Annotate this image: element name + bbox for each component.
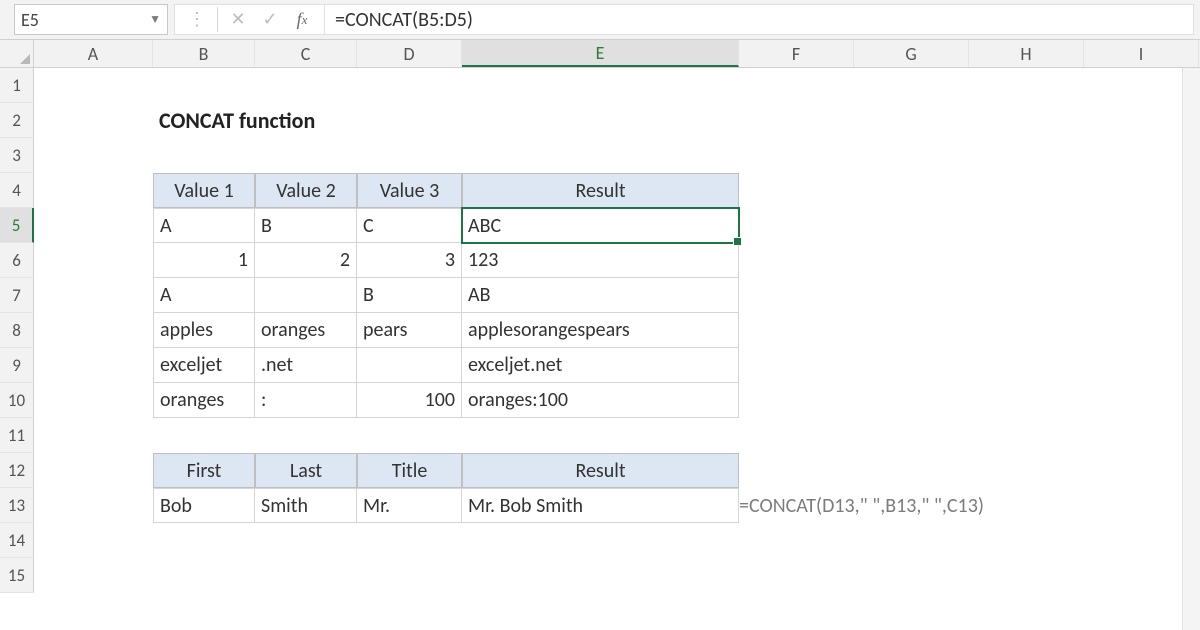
table1-r3-c3[interactable]: applesorangespears (462, 313, 739, 348)
row-header-13[interactable]: 13 (0, 488, 34, 523)
select-all-corner[interactable] (0, 40, 34, 67)
table1-r2-c1[interactable] (255, 278, 357, 313)
table1-header-0[interactable]: Value 1 (153, 173, 255, 208)
table1-r4-c3[interactable]: exceljet.net (462, 348, 739, 383)
formula-annotation: =CONCAT(D13," ",B13," ",C13) (739, 494, 984, 518)
table1-r2-c2[interactable]: B (357, 278, 462, 313)
table1-header-1[interactable]: Value 2 (255, 173, 357, 208)
table2-header-3[interactable]: Result (462, 453, 739, 488)
table1-r5-c2[interactable]: 100 (357, 383, 462, 418)
formula-input[interactable]: =CONCAT(B5:D5) (325, 4, 1194, 35)
column-header-H[interactable]: H (969, 40, 1084, 67)
table2-r0-c2[interactable]: Mr. (357, 488, 462, 523)
table1-header-2[interactable]: Value 3 (357, 173, 462, 208)
column-header-B[interactable]: B (153, 40, 255, 67)
table1-r5-c1[interactable]: : (255, 383, 357, 418)
row-header-10[interactable]: 10 (0, 383, 34, 418)
column-header-G[interactable]: G (854, 40, 969, 67)
vertical-scrollbar[interactable] (1182, 68, 1200, 630)
table1-r0-c2[interactable]: C (357, 208, 462, 243)
row-header-3[interactable]: 3 (0, 138, 34, 173)
table1-r0-c3[interactable]: ABC (462, 208, 739, 243)
row-header-4[interactable]: 4 (0, 173, 34, 208)
formula-dropdown-icon[interactable]: ⋮ (181, 5, 213, 34)
column-header-E[interactable]: E (462, 40, 739, 67)
row-header-11[interactable]: 11 (0, 418, 34, 453)
insert-function-icon[interactable]: fx (286, 5, 318, 34)
enter-icon[interactable]: ✓ (254, 5, 286, 34)
table2-header-2[interactable]: Title (357, 453, 462, 488)
formula-text: =CONCAT(B5:D5) (335, 8, 473, 32)
formula-bar: E5 ▼ ⋮ ✕ ✓ fx =CONCAT(B5:D5) (0, 0, 1200, 40)
table2-header-0[interactable]: First (153, 453, 255, 488)
table2-r0-c0[interactable]: Bob (153, 488, 255, 523)
row-header-7[interactable]: 7 (0, 278, 34, 313)
table1-r4-c2[interactable] (357, 348, 462, 383)
row-header-1[interactable]: 1 (0, 68, 34, 103)
formula-bar-controls: ⋮ ✕ ✓ fx (174, 4, 325, 35)
table1-header-3[interactable]: Result (462, 173, 739, 208)
row-header-12[interactable]: 12 (0, 453, 34, 488)
row-header-15[interactable]: 15 (0, 558, 34, 593)
column-header-I[interactable]: I (1084, 40, 1199, 67)
row-header-8[interactable]: 8 (0, 313, 34, 348)
worksheet: ABCDEFGHI 123456789101112131415 CONCAT f… (0, 40, 1200, 630)
table1-r1-c1[interactable]: 2 (255, 243, 357, 278)
name-box[interactable]: E5 ▼ (14, 4, 168, 35)
table1-r3-c1[interactable]: oranges (255, 313, 357, 348)
page-title: CONCAT function (153, 103, 462, 138)
table2-header-1[interactable]: Last (255, 453, 357, 488)
name-box-value: E5 (21, 9, 39, 31)
name-box-dropdown-icon[interactable]: ▼ (149, 12, 161, 27)
table1-r5-c3[interactable]: oranges:100 (462, 383, 739, 418)
column-header-F[interactable]: F (739, 40, 854, 67)
column-header-C[interactable]: C (255, 40, 357, 67)
column-header-A[interactable]: A (34, 40, 153, 67)
table1-r1-c2[interactable]: 3 (357, 243, 462, 278)
table1-r0-c1[interactable]: B (255, 208, 357, 243)
column-header-D[interactable]: D (357, 40, 462, 67)
separator (217, 7, 218, 32)
cancel-icon[interactable]: ✕ (222, 5, 254, 34)
table2-r0-c3[interactable]: Mr. Bob Smith (462, 488, 739, 523)
table1-r0-c0[interactable]: A (153, 208, 255, 243)
row-header-14[interactable]: 14 (0, 523, 34, 558)
table1-r2-c0[interactable]: A (153, 278, 255, 313)
table1-r4-c1[interactable]: .net (255, 348, 357, 383)
table1-r1-c0[interactable]: 1 (153, 243, 255, 278)
table1-r3-c2[interactable]: pears (357, 313, 462, 348)
row-header-6[interactable]: 6 (0, 243, 34, 278)
table1-r5-c0[interactable]: oranges (153, 383, 255, 418)
table1-r4-c0[interactable]: exceljet (153, 348, 255, 383)
table1-r1-c3[interactable]: 123 (462, 243, 739, 278)
row-header-5[interactable]: 5 (0, 208, 34, 243)
column-headers: ABCDEFGHI (0, 40, 1200, 68)
table2-r0-c1[interactable]: Smith (255, 488, 357, 523)
row-header-9[interactable]: 9 (0, 348, 34, 383)
table1-r2-c3[interactable]: AB (462, 278, 739, 313)
table1-r3-c0[interactable]: apples (153, 313, 255, 348)
row-header-2[interactable]: 2 (0, 103, 34, 138)
